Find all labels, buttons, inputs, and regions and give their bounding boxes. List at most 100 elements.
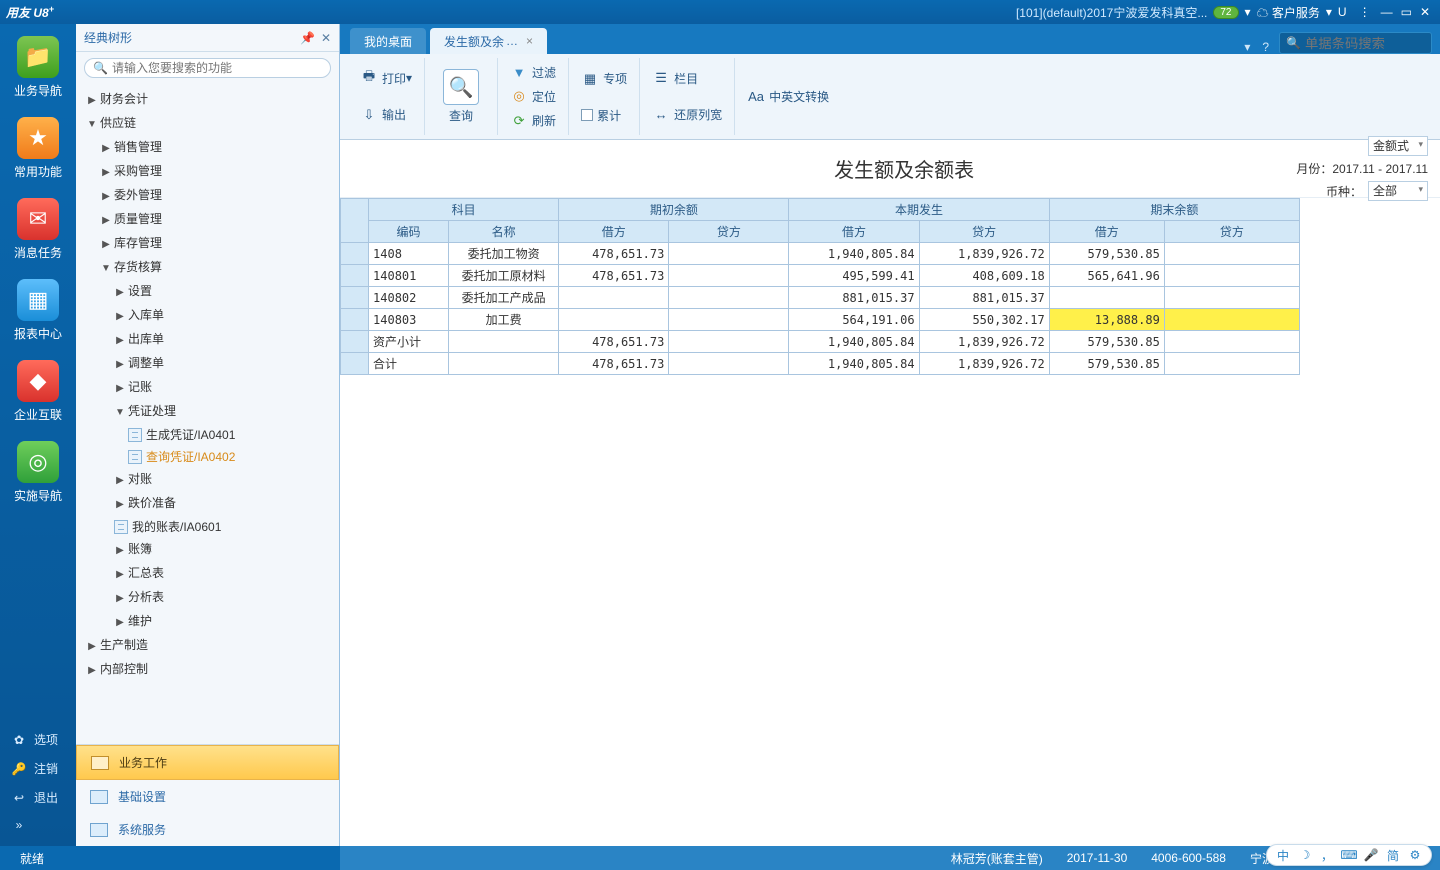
chevron-down-icon[interactable]: ▼ [114, 402, 126, 424]
print-button[interactable]: 🖶打印 ▾ [358, 67, 414, 89]
rail-item-reports[interactable]: ▦报表中心 [8, 279, 68, 342]
tree-node-book[interactable]: 账簿 [128, 542, 152, 556]
dropdown-icon[interactable]: ▾ [1245, 5, 1251, 19]
tree-leaf-genvoucher[interactable]: 生成凭证/IA0401 [146, 428, 235, 442]
tree-node-finance[interactable]: 财务会计 [100, 92, 148, 106]
refresh-button[interactable]: ⟳刷新 [508, 110, 558, 132]
tab-dropdown-icon[interactable]: ▾ [1244, 40, 1250, 54]
chevron-right-icon[interactable]: ▶ [114, 354, 126, 376]
rail-bottom-options[interactable]: ✿选项 [0, 725, 76, 754]
nav-bottom-basic[interactable]: 基础设置 [76, 780, 339, 813]
minimize-button[interactable]: — [1381, 5, 1393, 19]
filter-button[interactable]: ▼过滤 [508, 61, 558, 83]
mic-icon[interactable]: 🎤 [1363, 847, 1379, 863]
chevron-right-icon[interactable]: ▶ [86, 636, 98, 658]
chevron-right-icon[interactable]: ▶ [100, 210, 112, 232]
help-icon[interactable]: ? [1262, 40, 1269, 54]
cn-en-button[interactable]: Aa中英文转换 [745, 86, 831, 108]
table-row[interactable]: 140803加工费564,191.06550,302.1713,888.89 [341, 309, 1300, 331]
table-row[interactable]: 资产小计478,651.731,940,805.841,839,926.7257… [341, 331, 1300, 353]
ime-dock[interactable]: 中 ☽ ， ⌨ 🎤 简 ⚙ [1266, 844, 1432, 866]
moon-icon[interactable]: ☽ [1297, 847, 1313, 863]
tree-node-in[interactable]: 入库单 [128, 308, 164, 322]
chevron-right-icon[interactable]: ▶ [114, 306, 126, 328]
chevron-right-icon[interactable]: ▶ [100, 162, 112, 184]
rail-bottom-logout[interactable]: 🔑注销 [0, 754, 76, 783]
maximize-button[interactable]: ▭ [1401, 5, 1412, 19]
tree-node-deval[interactable]: 跌价准备 [128, 496, 176, 510]
nav-bottom-biz[interactable]: 业务工作 [76, 745, 339, 780]
tree-node-stock[interactable]: 库存管理 [114, 236, 162, 250]
dropdown-icon[interactable]: ▾ [1326, 5, 1332, 19]
overflow-menu[interactable]: ⋮ [1359, 5, 1371, 19]
keyboard-icon[interactable]: ⌨ [1341, 847, 1357, 863]
table-row[interactable]: 140801委托加工原材料478,651.73495,599.41408,609… [341, 265, 1300, 287]
query-button[interactable]: 🔍查询 [435, 67, 487, 126]
special-button[interactable]: ▦专项 [579, 68, 629, 90]
restore-width-button[interactable]: ↔还原列宽 [650, 104, 724, 126]
chevron-right-icon[interactable]: ▶ [114, 612, 126, 634]
rail-expand[interactable]: » [0, 812, 76, 838]
customer-service-link[interactable]: ☁ 客户服务 [1257, 4, 1320, 21]
close-icon[interactable]: ✕ [321, 31, 331, 45]
rail-item-implementation[interactable]: ◎实施导航 [8, 441, 68, 504]
chevron-right-icon[interactable]: ▶ [114, 282, 126, 304]
tree-node-setup[interactable]: 设置 [128, 284, 152, 298]
export-button[interactable]: ⇩输出 [358, 104, 414, 126]
nav-bottom-sys[interactable]: 系统服务 [76, 813, 339, 846]
columns-button[interactable]: ☰栏目 [650, 67, 724, 89]
notification-badge[interactable]: 72 [1213, 6, 1238, 19]
ime-simp[interactable]: 简 [1385, 847, 1401, 863]
comma-icon[interactable]: ， [1319, 847, 1335, 863]
table-row[interactable]: 140802委托加工产成品881,015.37881,015.37 [341, 287, 1300, 309]
chevron-down-icon[interactable]: ▼ [100, 258, 112, 280]
tree-node-summary[interactable]: 汇总表 [128, 566, 164, 580]
tree-node-sale[interactable]: 销售管理 [114, 140, 162, 154]
tree-node-recon[interactable]: 对账 [128, 472, 152, 486]
gear-icon[interactable]: ⚙ [1407, 847, 1423, 863]
chevron-right-icon[interactable]: ▶ [114, 564, 126, 586]
tree-node-voucher[interactable]: 凭证处理 [128, 404, 176, 418]
chevron-right-icon[interactable]: ▶ [114, 330, 126, 352]
tree-leaf-myreport[interactable]: 我的账表/IA0601 [132, 520, 221, 534]
rail-item-biznav[interactable]: 📁业务导航 [8, 36, 68, 99]
tree-node-quality[interactable]: 质量管理 [114, 212, 162, 226]
tree-node-inventory[interactable]: 存货核算 [114, 260, 162, 274]
tree-node-post[interactable]: 记账 [128, 380, 152, 394]
tree-node-adjust[interactable]: 调整单 [128, 356, 164, 370]
chevron-down-icon[interactable]: ▼ [86, 114, 98, 136]
chevron-right-icon[interactable]: ▶ [86, 660, 98, 682]
tree-leaf-queryvoucher[interactable]: 查询凭证/IA0402 [146, 450, 235, 464]
table-row[interactable]: 1408委托加工物资478,651.731,940,805.841,839,92… [341, 243, 1300, 265]
close-button[interactable]: ✕ [1420, 5, 1430, 19]
pin-icon[interactable]: 📌 [300, 31, 315, 45]
tab-report[interactable]: 发生额及余…× [430, 28, 547, 54]
tree-node-internal[interactable]: 内部控制 [100, 662, 148, 676]
tab-desktop[interactable]: 我的桌面 [350, 28, 426, 54]
style-select[interactable]: 金额式 [1368, 136, 1428, 156]
barcode-search[interactable]: 🔍 [1279, 32, 1432, 54]
tree-node-mfg[interactable]: 生产制造 [100, 638, 148, 652]
chevron-right-icon[interactable]: ▶ [114, 378, 126, 400]
tree-node-supply[interactable]: 供应链 [100, 116, 136, 130]
rail-item-enterprise[interactable]: ◆企业互联 [8, 360, 68, 423]
tab-close-icon[interactable]: × [526, 34, 533, 48]
chevron-right-icon[interactable]: ▶ [86, 90, 98, 112]
chevron-right-icon[interactable]: ▶ [100, 234, 112, 256]
chevron-right-icon[interactable]: ▶ [114, 470, 126, 492]
tree-node-out[interactable]: 出库单 [128, 332, 164, 346]
ime-cn[interactable]: 中 [1275, 847, 1291, 863]
rail-bottom-exit[interactable]: ↩退出 [0, 783, 76, 812]
nav-search[interactable]: 🔍 [84, 58, 331, 78]
tree-node-analysis[interactable]: 分析表 [128, 590, 164, 604]
tree-node-maintain[interactable]: 维护 [128, 614, 152, 628]
chevron-right-icon[interactable]: ▶ [114, 540, 126, 562]
chevron-right-icon[interactable]: ▶ [100, 138, 112, 160]
chevron-right-icon[interactable]: ▶ [100, 186, 112, 208]
table-row[interactable]: 合计478,651.731,940,805.841,839,926.72579,… [341, 353, 1300, 375]
nav-search-input[interactable] [112, 61, 322, 75]
currency-select[interactable]: 全部 [1368, 181, 1428, 201]
locate-button[interactable]: ◎定位 [508, 85, 558, 107]
cumulative-checkbox[interactable]: 累计 [579, 105, 629, 126]
chevron-right-icon[interactable]: ▶ [114, 588, 126, 610]
